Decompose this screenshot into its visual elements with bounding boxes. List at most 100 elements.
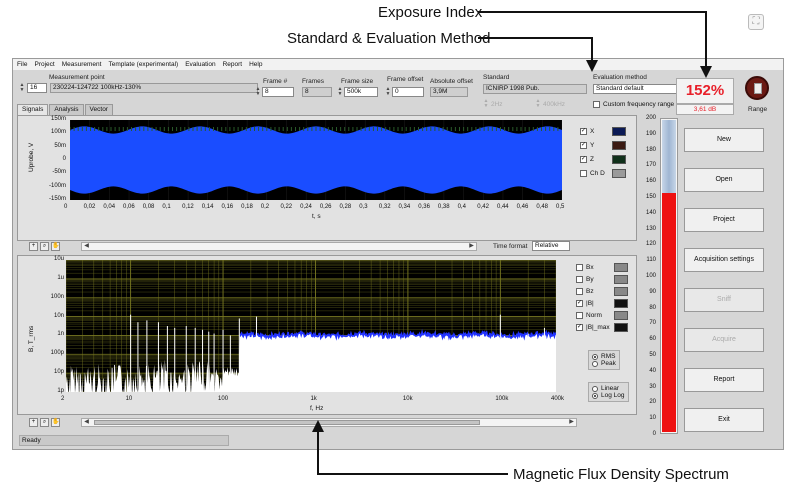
spectrum-legend-item[interactable]: ✓ |B|_max: [576, 324, 610, 331]
spectrum-legend-item[interactable]: Bz: [576, 288, 594, 295]
expand-icon[interactable]: ⛶: [748, 14, 764, 30]
radio-linear[interactable]: Linear: [592, 385, 625, 392]
spectrum-y-tick: 10u: [53, 256, 64, 262]
measurement-point-label: Measurement point: [49, 74, 105, 81]
pan-tool-icon[interactable]: ✋: [51, 418, 60, 427]
acquire-button[interactable]: Acquire: [684, 328, 764, 352]
menu-file[interactable]: File: [17, 61, 27, 68]
spectrum-y-tick: 1n: [57, 331, 64, 338]
legend-y[interactable]: ✓ Y: [580, 142, 594, 149]
zoom-tool-icon[interactable]: ⌕: [40, 242, 49, 251]
scroll-right-icon[interactable]: ▶: [567, 419, 576, 426]
exit-button[interactable]: Exit: [684, 408, 764, 432]
legend-y-check[interactable]: ✓: [580, 142, 587, 149]
radio-rms-label: RMS: [601, 353, 616, 360]
menu-project[interactable]: Project: [34, 61, 54, 68]
freq-max-stepper[interactable]: ▲ ▼: [535, 99, 541, 109]
measurement-index-field[interactable]: 16: [27, 83, 47, 93]
legend-chd[interactable]: Ch D: [580, 170, 605, 177]
menu-report[interactable]: Report: [223, 61, 243, 68]
custom-freq-checkbox[interactable]: Custom frequency range: [593, 101, 674, 108]
gauge-tick-label: 120: [645, 241, 656, 248]
range-button[interactable]: [745, 76, 769, 100]
pan-tool-icon[interactable]: ✋: [51, 242, 60, 251]
time-format-field[interactable]: Relative: [532, 241, 570, 251]
gauge-tick-label: 50: [649, 352, 656, 358]
sniff-button[interactable]: Sniff: [684, 288, 764, 312]
signal-plot-area[interactable]: [69, 120, 563, 200]
standard-field[interactable]: ICNIRP 1998 Pub.: [483, 84, 587, 94]
zoom-tool-icon[interactable]: ⌕: [40, 418, 49, 427]
project-button[interactable]: Project: [684, 208, 764, 232]
spectrum-legend-check[interactable]: [576, 276, 583, 283]
cursor-tool-icon[interactable]: +: [29, 242, 38, 251]
radio-rms-dot[interactable]: [592, 353, 598, 360]
spectrum-floor-fill: [66, 331, 556, 401]
radio-peak-dot[interactable]: [592, 360, 598, 367]
radio-rms[interactable]: RMS: [592, 353, 616, 360]
spectrum-legend-item[interactable]: Bx: [576, 264, 594, 271]
signal-panel: Uprobe, V t, s ✓ X ✓ Y ✓ Z Ch D 150m 100m 50m…: [17, 115, 637, 241]
spectrum-legend-item[interactable]: By: [576, 276, 594, 283]
spectrum-legend-check[interactable]: ✓: [576, 324, 583, 331]
spectrum-legend-check[interactable]: [576, 312, 583, 319]
legend-x[interactable]: ✓ X: [580, 128, 594, 135]
radio-linear-dot[interactable]: [592, 385, 598, 392]
signal-scrollbar[interactable]: ◀ ▶: [81, 242, 477, 251]
freq-max-field[interactable]: 400kHz: [543, 101, 565, 108]
spectrum-legend-check[interactable]: ✓: [576, 300, 583, 307]
menu-template[interactable]: Template (experimental): [108, 61, 178, 68]
scroll-left-icon[interactable]: ◀: [82, 243, 91, 250]
spectrum-legend-item[interactable]: Norm: [576, 312, 602, 319]
legend-z[interactable]: ✓ Z: [580, 156, 594, 163]
cursor-tool-icon[interactable]: +: [29, 418, 38, 427]
signal-ylabel: Uprobe, V: [28, 142, 35, 172]
spectrum-legend-check[interactable]: [576, 288, 583, 295]
tab-vector[interactable]: Vector: [84, 104, 113, 115]
freq-min-stepper[interactable]: ▲ ▼: [483, 99, 489, 109]
scroll-left-icon[interactable]: ◀: [82, 419, 91, 426]
custom-freq-check[interactable]: [593, 101, 600, 108]
scroll-thumb[interactable]: [94, 420, 480, 425]
radio-loglog-dot[interactable]: [592, 392, 598, 399]
frame-offset-stepper[interactable]: ▲ ▼: [385, 87, 391, 97]
spectrum-scrollbar[interactable]: ◀ ▶: [81, 418, 577, 427]
report-button[interactable]: Report: [684, 368, 764, 392]
legend-x-swatch: [612, 127, 626, 136]
spectrum-plot-area[interactable]: [65, 259, 557, 401]
frame-offset-field[interactable]: 0: [392, 87, 424, 97]
gauge-tick-label: 140: [645, 209, 656, 216]
frame-size-stepper[interactable]: ▲ ▼: [337, 87, 343, 97]
eval-method-field[interactable]: Standard default: [593, 84, 677, 94]
freq-min-field[interactable]: 2Hz: [491, 101, 503, 108]
radio-peak[interactable]: Peak: [592, 360, 616, 367]
signal-x-tick: 0,26: [319, 204, 332, 210]
gauge-tick-label: 90: [649, 288, 656, 295]
spectrum-x-tick: 1k: [310, 396, 317, 402]
open-button[interactable]: Open: [684, 168, 764, 192]
measurement-point-field[interactable]: 230224-124722 100kHz-130%: [50, 83, 258, 93]
new-button[interactable]: New: [684, 128, 764, 152]
legend-z-check[interactable]: ✓: [580, 156, 587, 163]
frame-size-field[interactable]: 500k: [344, 87, 378, 97]
radio-loglog[interactable]: Log Log: [592, 392, 625, 399]
scroll-right-icon[interactable]: ▶: [467, 243, 476, 250]
radio-loglog-label: Log Log: [601, 392, 625, 399]
frame-num-field[interactable]: 8: [262, 87, 294, 97]
tab-analysis[interactable]: Analysis: [49, 104, 84, 115]
spectrum-legend-item[interactable]: ✓ |B|: [576, 300, 594, 307]
acquisition-settings-button[interactable]: Acquisition settings: [684, 248, 764, 272]
signal-x-tick: 0,2: [260, 204, 270, 210]
signal-y-tick: -50m: [52, 169, 66, 176]
menu-measurement[interactable]: Measurement: [62, 61, 102, 68]
menu-evaluation[interactable]: Evaluation: [185, 61, 215, 68]
frame-offset-label: Frame offset: [387, 76, 424, 83]
spectrum-legend-check[interactable]: [576, 264, 583, 271]
measurement-index-stepper[interactable]: ▲ ▼: [19, 83, 25, 93]
tab-signals[interactable]: Signals: [17, 104, 49, 115]
legend-chd-check[interactable]: [580, 170, 587, 177]
frame-num-stepper[interactable]: ▲ ▼: [255, 87, 261, 97]
menu-help[interactable]: Help: [249, 61, 262, 68]
signal-trace-x: [70, 126, 562, 194]
legend-x-check[interactable]: ✓: [580, 128, 587, 135]
